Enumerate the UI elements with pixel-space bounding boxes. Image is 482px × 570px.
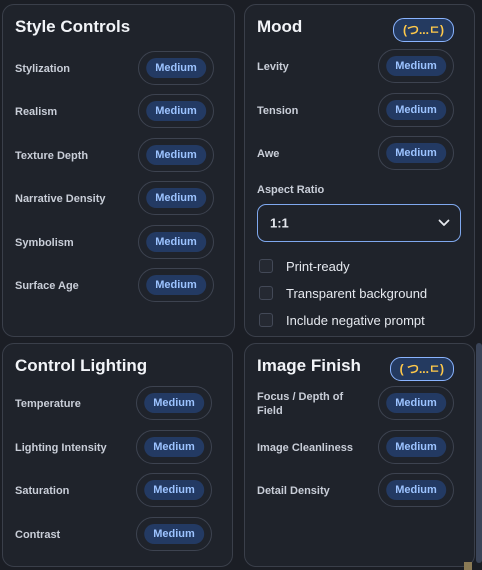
- aspect-ratio-select[interactable]: 1:1: [257, 204, 461, 242]
- focus-depth-selector[interactable]: Medium: [378, 386, 454, 420]
- contrast-row: Contrast Medium: [15, 517, 220, 553]
- focus-depth-label: Focus / Depth of Field: [257, 391, 344, 417]
- negative-prompt-label: Include negative prompt: [286, 313, 425, 328]
- symbolism-label: Symbolism: [15, 237, 74, 249]
- stylization-value: Medium: [146, 58, 206, 78]
- tension-selector[interactable]: Medium: [378, 93, 454, 127]
- control-lighting-title: Control Lighting: [15, 356, 148, 375]
- image-finish-panel: Image Finish ( つ...ㄷ) Focus / Depth of F…: [244, 343, 475, 567]
- contrast-selector[interactable]: Medium: [136, 517, 212, 551]
- temperature-label: Temperature: [15, 398, 81, 410]
- lighting-intensity-label: Lighting Intensity: [15, 442, 107, 454]
- contrast-label: Contrast: [15, 529, 61, 541]
- style-controls-title: Style Controls: [15, 17, 131, 36]
- negative-prompt-checkbox[interactable]: [259, 313, 273, 327]
- lighting-intensity-value: Medium: [144, 437, 204, 457]
- awe-value: Medium: [386, 143, 446, 163]
- realism-row: Realism Medium: [15, 94, 222, 130]
- resize-handle[interactable]: [464, 562, 472, 570]
- saturation-label: Saturation: [15, 485, 70, 497]
- texture-depth-selector[interactable]: Medium: [138, 138, 214, 172]
- symbolism-selector[interactable]: Medium: [138, 225, 214, 259]
- aspect-ratio-label: Aspect Ratio: [257, 184, 325, 196]
- image-cleanliness-label: Image Cleanliness: [257, 442, 353, 454]
- mood-panel: Mood (つ...ㄷ) Levity Medium Tension Mediu…: [244, 4, 475, 337]
- chevron-down-icon: [438, 219, 450, 226]
- temperature-value: Medium: [144, 393, 204, 413]
- texture-depth-value: Medium: [146, 145, 206, 165]
- realism-value: Medium: [146, 101, 206, 121]
- stylization-selector[interactable]: Medium: [138, 51, 214, 85]
- control-lighting-panel: Control Lighting Temperature Medium Ligh…: [2, 343, 233, 567]
- focus-depth-row: Focus / Depth of Field Medium: [257, 386, 462, 422]
- image-finish-title: Image Finish: [257, 356, 361, 375]
- detail-density-row: Detail Density Medium: [257, 473, 462, 509]
- detail-density-value: Medium: [386, 480, 446, 500]
- saturation-value: Medium: [144, 480, 204, 500]
- transparent-background-label: Transparent background: [286, 286, 428, 301]
- texture-depth-row: Texture Depth Medium: [15, 138, 222, 174]
- temperature-selector[interactable]: Medium: [136, 386, 212, 420]
- tension-row: Tension Medium: [257, 93, 462, 129]
- levity-selector[interactable]: Medium: [378, 49, 454, 83]
- image-cleanliness-selector[interactable]: Medium: [378, 430, 454, 464]
- mood-title: Mood: [257, 17, 303, 36]
- levity-label: Levity: [257, 61, 289, 73]
- detail-density-selector[interactable]: Medium: [378, 473, 454, 507]
- lighting-intensity-selector[interactable]: Medium: [136, 430, 212, 464]
- tension-value: Medium: [386, 100, 446, 120]
- saturation-row: Saturation Medium: [15, 473, 220, 509]
- levity-value: Medium: [386, 56, 446, 76]
- narrative-density-row: Narrative Density Medium: [15, 181, 222, 217]
- narrative-density-selector[interactable]: Medium: [138, 181, 214, 215]
- levity-row: Levity Medium: [257, 49, 462, 85]
- narrative-density-value: Medium: [146, 188, 206, 208]
- scrollbar[interactable]: [476, 343, 482, 563]
- narrative-density-label: Narrative Density: [15, 193, 106, 205]
- print-ready-checkbox[interactable]: [259, 259, 273, 273]
- stylization-label: Stylization: [15, 63, 71, 75]
- surface-age-row: Surface Age Medium: [15, 268, 222, 304]
- surface-age-selector[interactable]: Medium: [138, 268, 214, 302]
- image-cleanliness-row: Image Cleanliness Medium: [257, 430, 462, 466]
- awe-selector[interactable]: Medium: [378, 136, 454, 170]
- image-cleanliness-value: Medium: [386, 437, 446, 457]
- contrast-value: Medium: [144, 524, 204, 544]
- aspect-ratio-value: 1:1: [270, 215, 289, 231]
- detail-density-label: Detail Density: [257, 485, 330, 497]
- image-finish-kaomoji-badge[interactable]: ( つ...ㄷ): [389, 357, 454, 381]
- realism-selector[interactable]: Medium: [138, 94, 214, 128]
- temperature-row: Temperature Medium: [15, 386, 220, 422]
- surface-age-value: Medium: [146, 275, 206, 295]
- lighting-intensity-row: Lighting Intensity Medium: [15, 430, 220, 466]
- mood-kaomoji-badge[interactable]: (つ...ㄷ): [392, 18, 454, 42]
- realism-label: Realism: [15, 106, 58, 118]
- style-controls-panel: Style Controls Stylization Medium Realis…: [2, 4, 235, 337]
- surface-age-label: Surface Age: [15, 280, 79, 292]
- saturation-selector[interactable]: Medium: [136, 473, 212, 507]
- tension-label: Tension: [257, 105, 299, 117]
- print-ready-label: Print-ready: [286, 259, 350, 274]
- stylization-row: Stylization Medium: [15, 51, 222, 87]
- transparent-background-checkbox[interactable]: [259, 286, 273, 300]
- awe-label: Awe: [257, 148, 280, 160]
- texture-depth-label: Texture Depth: [15, 150, 89, 162]
- awe-row: Awe Medium: [257, 136, 462, 172]
- focus-depth-value: Medium: [386, 393, 446, 413]
- symbolism-value: Medium: [146, 232, 206, 252]
- symbolism-row: Symbolism Medium: [15, 225, 222, 261]
